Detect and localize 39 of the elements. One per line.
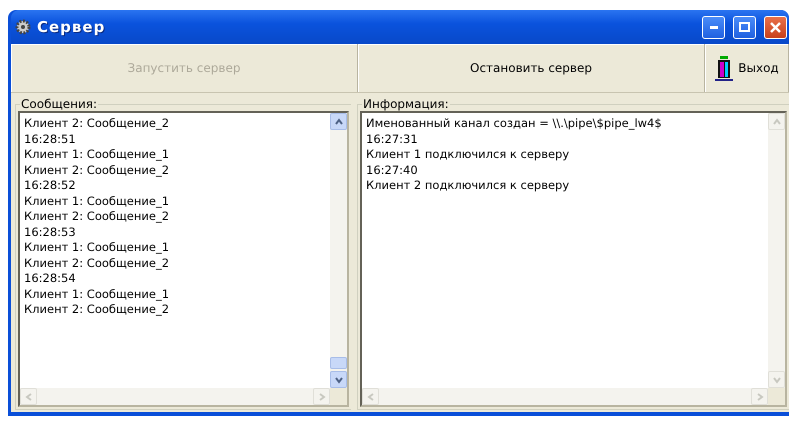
log-line: Клиент 2: Сообщение_2 — [24, 116, 170, 132]
log-line: Клиент 2: Сообщение_2 — [24, 256, 170, 271]
scrollbar-corner — [768, 388, 785, 405]
log-line: 16:28:51 — [24, 132, 77, 147]
scroll-thumb[interactable] — [330, 357, 347, 369]
horizontal-scrollbar[interactable] — [20, 388, 330, 405]
toolbar-button[interactable]: Остановить сервер — [358, 44, 705, 92]
group-title: Информация: — [362, 97, 450, 111]
log-line: 16:28:53 — [24, 224, 77, 240]
log-line: 16:28:54 — [24, 271, 77, 286]
horizontal-scrollbar[interactable] — [362, 388, 768, 405]
scrollbar-corner — [330, 388, 347, 405]
log-line: Клиент 1 подключился к серверу — [366, 147, 570, 162]
door-icon — [714, 55, 734, 81]
log-line: Клиент 2 подключился к серверу — [366, 178, 570, 194]
log-line: 16:28:52 — [24, 178, 77, 194]
exit-button[interactable]: Выход — [705, 44, 789, 92]
window-title: Сервер — [37, 18, 106, 36]
maximize-icon — [739, 22, 750, 32]
close-icon — [770, 22, 781, 32]
minimize-icon — [710, 26, 718, 28]
close-button[interactable] — [764, 16, 787, 38]
log-line: Клиент 1: Сообщение_1 — [24, 147, 170, 162]
group-title: Сообщения: — [20, 97, 98, 111]
memo-field[interactable]: Именованный канал создан = \\.\pipe\$pipe_lw4$ 16:27:31 Клиент 1 подключился к серверу 16:27:40 Клиент 2 подключился к серверу — [360, 111, 787, 407]
log-line: Именованный канал создан = \\.\pipe\$pipe_lw4$ — [366, 116, 663, 132]
vertical-scrollbar[interactable] — [768, 113, 785, 388]
log-line: Клиент 2: Сообщение_2 — [24, 302, 170, 318]
log-line: Клиент 1: Сообщение_1 — [24, 240, 170, 256]
log-line: Клиент 2: Сообщение_2 — [24, 209, 170, 224]
log-line: Клиент 1: Сообщение_1 — [24, 286, 170, 302]
minimize-button[interactable] — [702, 16, 725, 38]
vertical-scrollbar[interactable] — [330, 113, 347, 388]
log-line: Клиент 2: Сообщение_2 — [24, 162, 170, 178]
gear-icon — [15, 19, 31, 35]
log-line: 16:27:40 — [366, 162, 419, 178]
log-line: 16:27:31 — [366, 132, 419, 147]
log-line: Клиент 1: Сообщение_1 — [24, 194, 170, 209]
maximize-button[interactable] — [733, 16, 756, 38]
